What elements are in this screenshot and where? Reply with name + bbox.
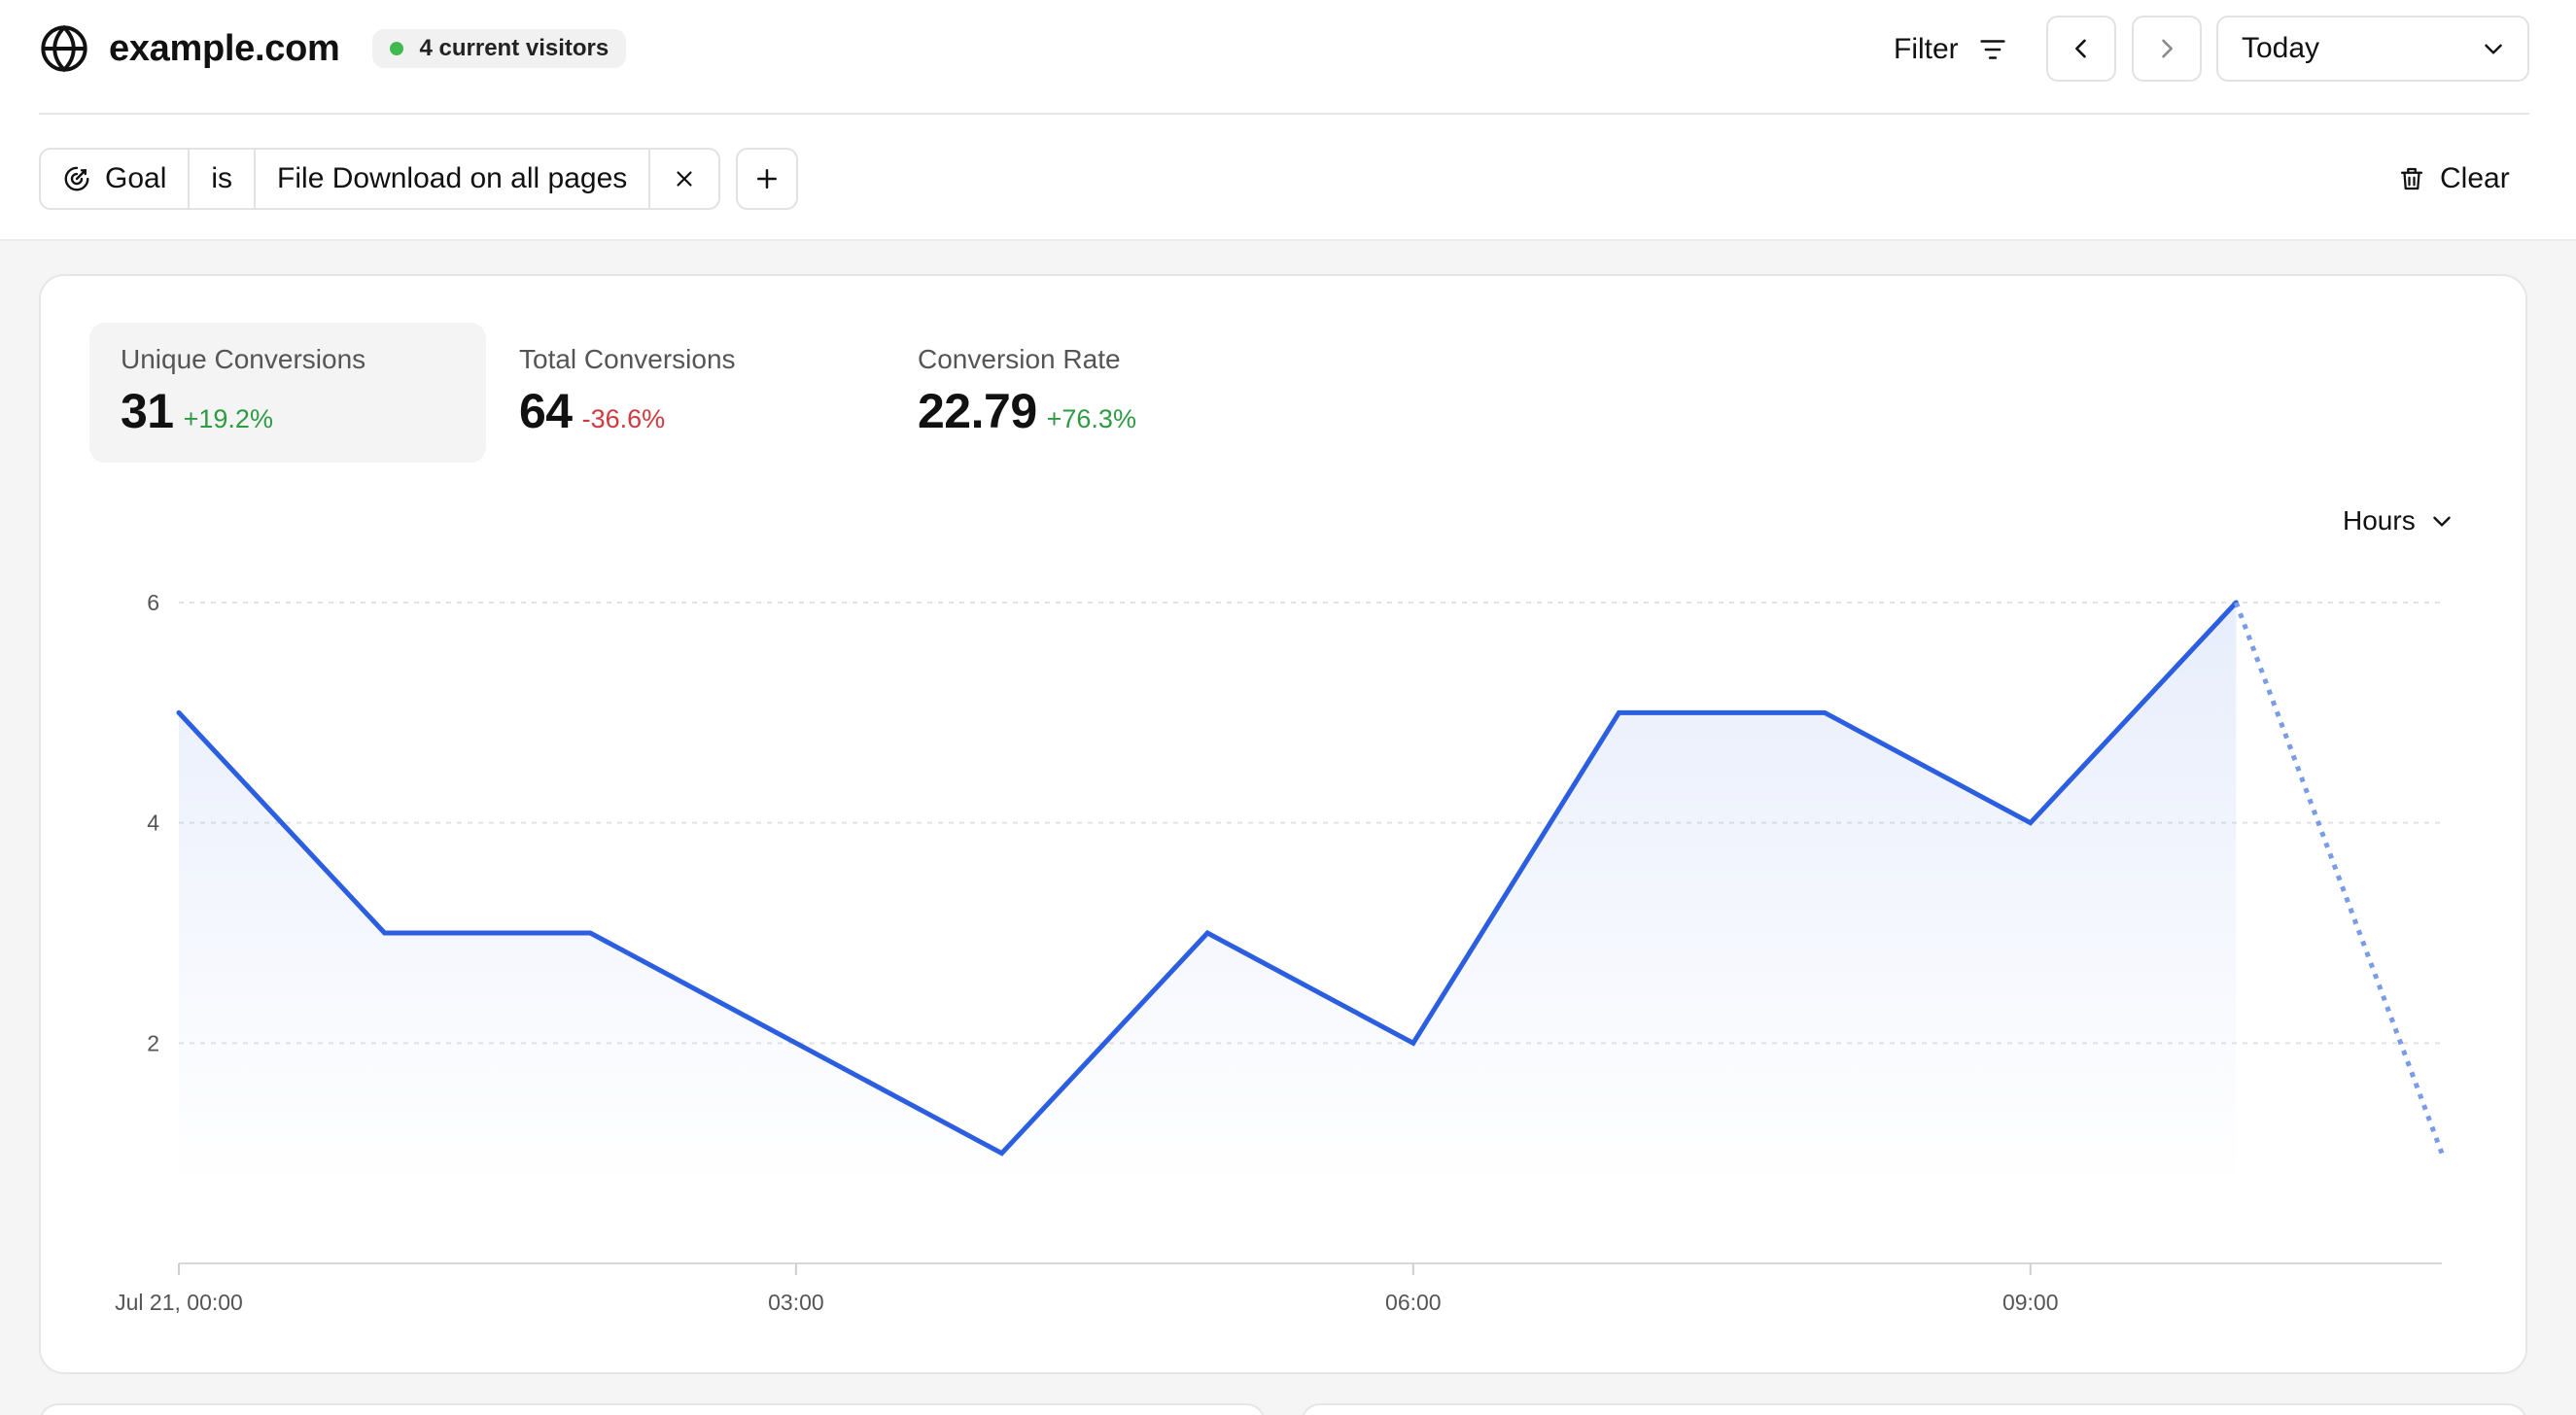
globe-icon <box>41 24 87 73</box>
close-icon <box>677 171 692 187</box>
sources-card <box>39 1403 1266 1415</box>
add-filter-button[interactable] <box>736 148 799 210</box>
clear-filters-button[interactable]: Clear <box>2397 155 2510 202</box>
filter-operator-label: is <box>211 162 233 194</box>
x-tick-label: 03:00 <box>768 1290 824 1315</box>
data-point <box>793 1040 799 1046</box>
data-point <box>1822 709 1828 715</box>
date-range-select[interactable]: Today <box>2216 16 2529 82</box>
current-visitors-badge[interactable]: 4 current visitors <box>372 29 627 68</box>
plus-icon <box>757 169 778 189</box>
data-point <box>176 709 182 715</box>
remove-filter-button[interactable] <box>650 150 718 208</box>
x-tick-label: 09:00 <box>2002 1290 2059 1315</box>
data-point <box>1204 930 1210 936</box>
y-tick-label: 4 <box>147 811 159 836</box>
data-point <box>2233 600 2239 605</box>
filter-lines-icon <box>1980 40 2005 59</box>
trash-icon <box>2400 167 2423 190</box>
filter-dimension-label: Goal <box>105 162 167 194</box>
conversions-line-chart: 2 4 6 Jul 21, 00:00 03:00 06:00 09:00 <box>115 590 2445 1315</box>
data-point <box>1616 709 1621 715</box>
filter-value[interactable]: File Download on all pages <box>256 150 651 208</box>
y-tick-label: 2 <box>147 1030 159 1055</box>
site-selector[interactable]: example.com 4 current visitors <box>39 21 627 76</box>
data-point <box>1410 1040 1416 1046</box>
filter-chip[interactable]: Goal is File Download on all pages <box>39 148 721 210</box>
clear-filters-label: Clear <box>2440 162 2510 194</box>
data-point <box>2028 820 2034 826</box>
target-icon <box>64 166 89 191</box>
data-point <box>587 930 593 936</box>
filter-dimension[interactable]: Goal <box>41 150 191 208</box>
filter-value-label: File Download on all pages <box>277 162 628 194</box>
x-tick-label: Jul 21, 00:00 <box>115 1290 243 1315</box>
date-range-value: Today <box>2242 32 2320 64</box>
pages-card <box>1301 1403 2527 1415</box>
y-tick-label: 6 <box>147 590 159 615</box>
previous-period-button[interactable] <box>2046 16 2116 82</box>
active-filters: Goal is File Download on all pages <box>39 148 799 210</box>
site-name: example.com <box>109 27 340 69</box>
data-point <box>382 930 388 936</box>
x-tick-label: 06:00 <box>1385 1290 1442 1315</box>
filter-button-label: Filter <box>1894 33 1959 65</box>
series-area <box>179 603 2237 1186</box>
chevron-right-icon <box>2162 39 2173 58</box>
header: example.com 4 current visitors Filter To… <box>39 0 2529 115</box>
chevron-left-icon <box>2075 39 2086 58</box>
next-period-button[interactable] <box>2132 16 2202 82</box>
data-point <box>999 1151 1005 1156</box>
top-bar: example.com 4 current visitors Filter To… <box>0 0 2576 241</box>
filter-button[interactable]: Filter <box>1894 23 2009 76</box>
series-partial-line <box>2234 602 2445 1155</box>
live-dot-icon <box>390 42 404 55</box>
current-visitors-label: 4 current visitors <box>419 35 609 61</box>
conversions-card: Unique Conversions 31 +19.2% Total Conve… <box>39 274 2527 1374</box>
chevron-down-icon <box>2485 44 2502 54</box>
filter-operator[interactable]: is <box>190 150 257 208</box>
data-point <box>2439 1151 2445 1156</box>
